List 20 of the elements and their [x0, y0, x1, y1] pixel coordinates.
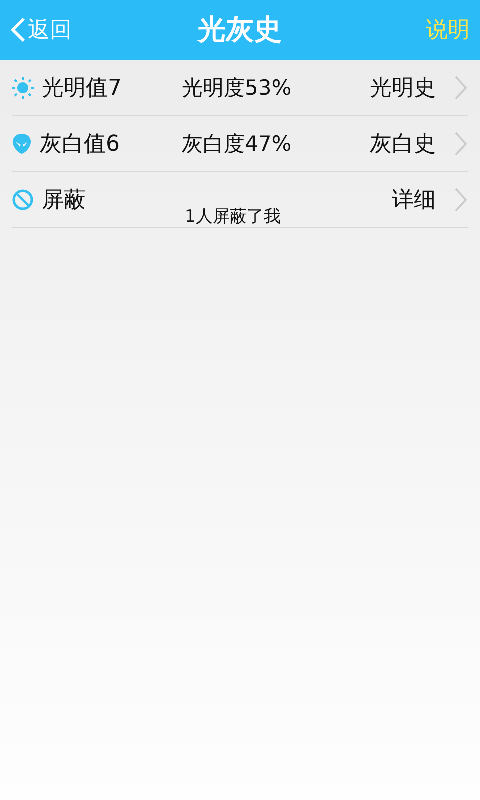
- row-note: 1人屏蔽了我: [185, 206, 281, 228]
- row-action: 灰白史: [370, 130, 436, 158]
- back-icon: [10, 17, 26, 43]
- list-row[interactable]: 灰白值6 灰白度47% 灰白史: [12, 116, 468, 172]
- alien-icon: [12, 132, 32, 154]
- list-row[interactable]: 屏蔽 1人屏蔽了我 详细: [12, 172, 468, 228]
- chevron-icon: [454, 130, 468, 156]
- row-label: 灰白值6: [40, 130, 121, 158]
- row-value: 灰白度47%: [182, 130, 292, 158]
- row-label: 屏蔽: [42, 186, 87, 214]
- page-title: 光灰史: [198, 12, 282, 48]
- list-row[interactable]: 光明值7 光明度53% 光明史: [12, 60, 468, 116]
- sun-icon: [12, 76, 34, 98]
- row-label: 光明值7: [42, 74, 123, 102]
- row-action: 光明史: [370, 74, 436, 102]
- row-action: 详细: [392, 186, 436, 214]
- chevron-icon: [454, 186, 468, 212]
- chevron-icon: [454, 74, 468, 100]
- block-icon: [12, 188, 34, 210]
- row-value: 光明度53%: [182, 74, 292, 102]
